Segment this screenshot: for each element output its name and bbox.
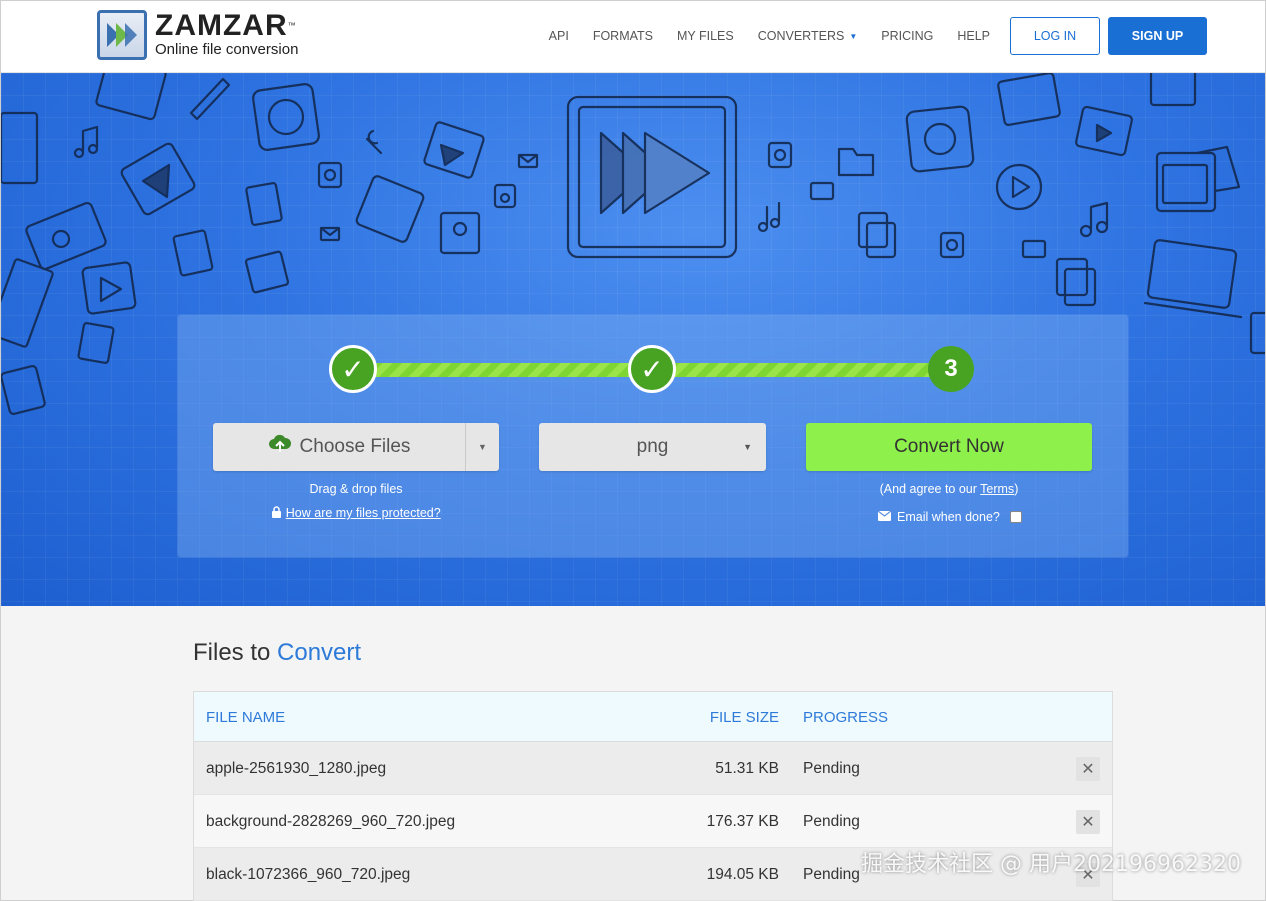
convert-now-button[interactable]: Convert Now <box>806 423 1092 471</box>
file-size: 176.37 KB <box>706 813 779 830</box>
table-row: apple-2561930_1280.jpeg 51.31 KB Pending… <box>194 742 1112 795</box>
nav-formats[interactable]: FORMATS <box>593 29 653 43</box>
column-header-progress: PROGRESS <box>803 709 889 726</box>
nav-my-files[interactable]: MY FILES <box>677 29 734 43</box>
file-size: 51.31 KB <box>715 760 779 777</box>
main-nav: API FORMATS MY FILES CONVERTERS ▼ PRICING… <box>549 1 1265 71</box>
step-3-indicator: 3 <box>928 346 974 392</box>
file-size: 194.05 KB <box>706 866 779 883</box>
login-button[interactable]: LOG IN <box>1010 17 1100 55</box>
step-2-checkmark-icon: ✓ <box>628 345 676 393</box>
site-header: ZAMZAR™ Online file conversion API FORMA… <box>1 1 1265 73</box>
nav-pricing-label: PRICING <box>881 29 934 43</box>
nav-help[interactable]: HELP <box>957 29 990 43</box>
format-select-value: png <box>636 436 669 457</box>
column-header-file-size: FILE SIZE <box>709 709 779 726</box>
chevron-down-icon: ▼ <box>743 442 752 452</box>
choose-files-dropdown-toggle[interactable]: ▼ <box>465 423 499 471</box>
terms-agreement: (And agree to our Terms) <box>806 482 1092 496</box>
files-section-title: Files to Convert <box>193 639 361 667</box>
agree-prefix: (And agree to our <box>879 482 981 496</box>
file-progress: Pending <box>803 760 860 777</box>
choose-files-label: Choose Files <box>299 436 411 457</box>
file-progress: Pending <box>803 813 860 830</box>
terms-link[interactable]: Terms <box>980 482 1014 496</box>
nav-formats-label: FORMATS <box>592 29 653 43</box>
chevron-down-icon: ▼ <box>478 442 487 452</box>
remove-file-close-icon[interactable]: ✕ <box>1076 810 1100 834</box>
nav-help-label: HELP <box>957 29 990 43</box>
file-name: background-2828269_960_720.jpeg <box>206 813 456 830</box>
zamzar-logo-icon <box>97 10 147 60</box>
drag-drop-hint: Drag & drop files <box>309 482 403 496</box>
brand-trademark: ™ <box>287 21 297 30</box>
envelope-icon <box>877 510 892 524</box>
nav-pricing[interactable]: PRICING <box>881 29 933 43</box>
files-title-prefix: Files to <box>193 639 278 666</box>
email-when-done-label: Email when done? <box>897 510 1000 524</box>
brand-tagline: Online file conversion <box>155 41 299 58</box>
email-when-done: Email when done? <box>877 510 1022 524</box>
choose-files-button[interactable]: Choose Files ▼ <box>213 423 499 471</box>
files-table-header: FILE NAME FILE SIZE PROGRESS <box>194 692 1112 742</box>
file-name: black-1072366_960_720.jpeg <box>206 866 411 883</box>
files-protected-link[interactable]: How are my files protected? <box>286 506 441 520</box>
caret-down-icon: ▼ <box>849 31 858 41</box>
brand-name: ZAMZAR <box>155 9 288 42</box>
watermark-text: 掘金技术社区 @ 用户2021969​62320 <box>861 852 1241 877</box>
files-protected-hint: How are my files protected? <box>213 506 499 520</box>
conversion-panel: ✓ ✓ 3 Choose Files ▼ png ▼ Convert Now D… <box>178 315 1128 557</box>
nav-my-files-label: MY FILES <box>677 29 734 43</box>
step-1-checkmark-icon: ✓ <box>329 345 377 393</box>
nav-converters[interactable]: CONVERTERS ▼ <box>758 29 858 43</box>
column-header-file-name: FILE NAME <box>206 709 286 726</box>
format-select[interactable]: png ▼ <box>539 423 766 471</box>
lock-icon <box>271 506 285 520</box>
agree-suffix: ) <box>1014 482 1019 496</box>
hero-banner: ✓ ✓ 3 Choose Files ▼ png ▼ Convert Now D… <box>1 73 1265 606</box>
cloud-upload-icon <box>268 434 292 460</box>
nav-converters-label: CONVERTERS <box>757 29 845 43</box>
remove-file-close-icon[interactable]: ✕ <box>1076 757 1100 781</box>
nav-api-label: API <box>548 29 569 43</box>
file-name: apple-2561930_1280.jpeg <box>206 760 387 777</box>
nav-api[interactable]: API <box>549 29 569 43</box>
files-title-accent: Convert <box>277 639 362 666</box>
email-when-done-checkbox[interactable] <box>1009 511 1022 523</box>
file-progress: Pending <box>803 866 860 883</box>
zamzar-logo[interactable]: ZAMZAR™ Online file conversion <box>97 10 298 60</box>
table-row: background-2828269_960_720.jpeg 176.37 K… <box>194 795 1112 848</box>
signup-button[interactable]: SIGN UP <box>1108 17 1207 55</box>
